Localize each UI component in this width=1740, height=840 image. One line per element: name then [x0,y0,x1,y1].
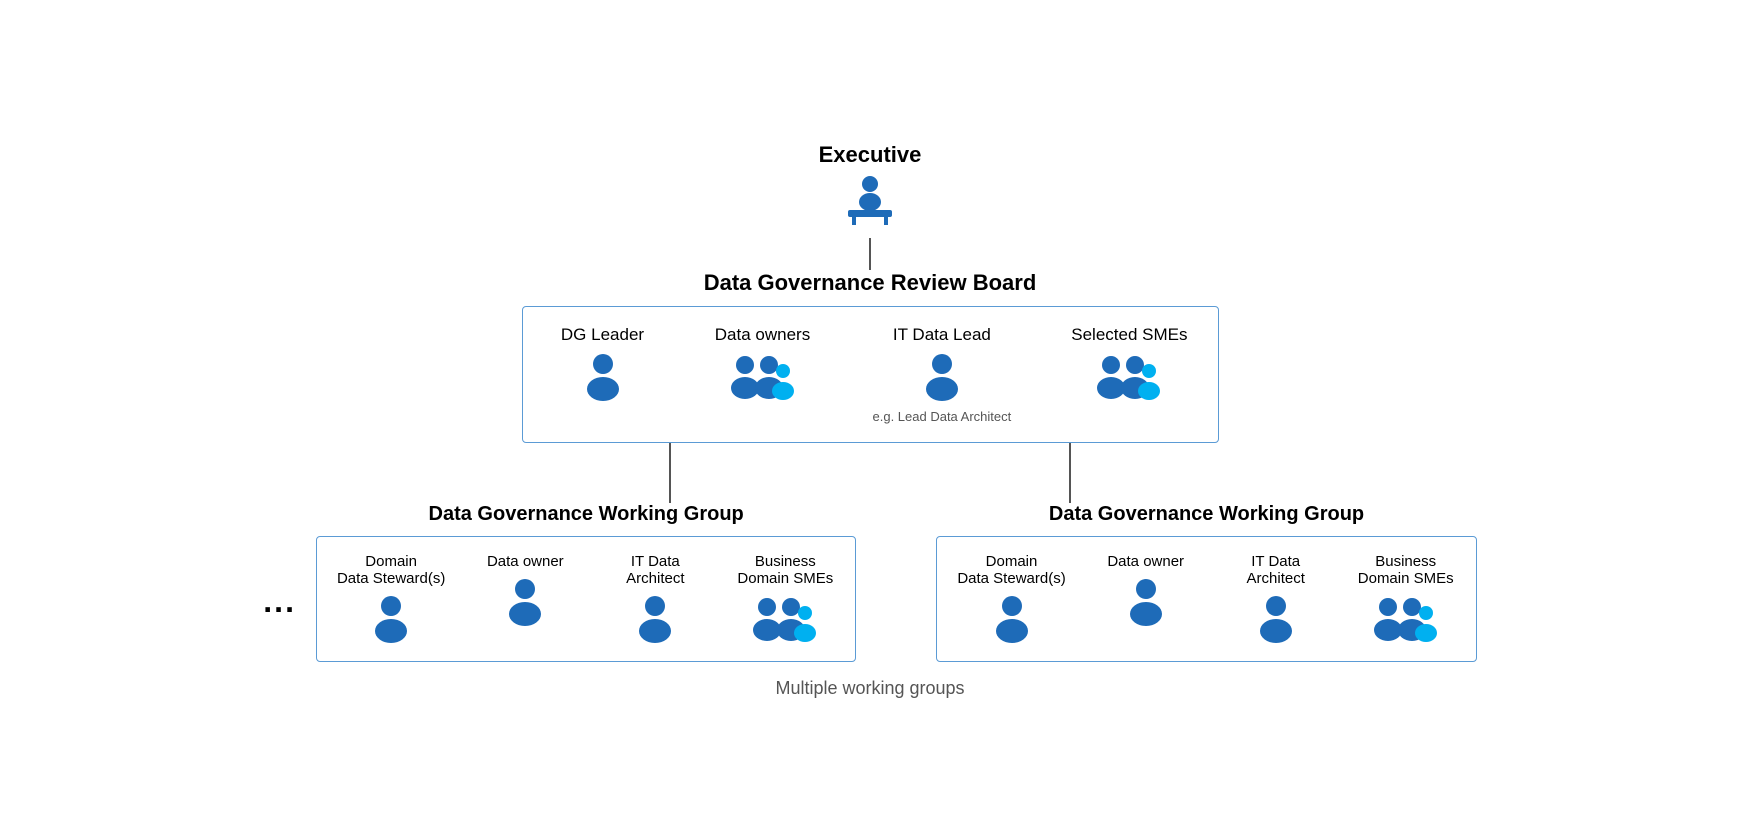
executive-label: Executive [819,142,922,168]
dg-leader-label: DG Leader [561,325,644,345]
working-groups-row: ... Data Governance Working Group Domain… [263,503,1476,662]
it-data-lead-icon [920,351,964,403]
review-board-label: Data Governance Review Board [704,270,1037,296]
dg-leader-icon [581,351,625,403]
wg-left-data-owner-label: Data owner [487,553,564,570]
role-it-data-lead: IT Data Lead e.g. Lead Data Architect [873,325,1012,424]
diagram: Executive Data Governance Review Board D… [70,142,1670,699]
footer: Multiple working groups [775,678,964,699]
it-data-lead-label: IT Data Lead [893,325,991,345]
connector-exec-to-board [869,238,871,270]
data-owners-label: Data owners [715,325,810,345]
wg-left-biz-smes-label: Business Domain SMEs [737,553,833,587]
wg-left-domain-steward: Domain Data Steward(s) [337,553,445,645]
wg-right-biz-smes: Business Domain SMEs [1356,553,1456,645]
footer-label: Multiple working groups [775,678,964,698]
wg-right-data-owner-icon [1124,576,1168,628]
wg-left-domain-steward-label: Domain Data Steward(s) [337,553,445,587]
wg-left-it-architect: IT Data Architect [605,553,705,645]
branch-connectors [420,443,1320,503]
wg-right-box: Domain Data Steward(s) Data owner IT Dat… [936,536,1476,662]
wg-right-label: Data Governance Working Group [1049,503,1364,526]
data-owners-icon [727,351,799,403]
wg-right-it-architect-icon [1254,593,1298,645]
wg-right-data-owner-label: Data owner [1107,553,1184,570]
selected-smes-label: Selected SMEs [1071,325,1187,345]
wg-right-biz-smes-icon [1370,593,1442,645]
role-dg-leader: DG Leader [553,325,653,403]
role-selected-smes: Selected SMEs [1071,325,1187,403]
executive-icon [838,174,902,234]
wg-right-it-architect-label: IT Data Architect [1247,553,1305,587]
wg-left-label: Data Governance Working Group [429,503,744,526]
review-board-box: DG Leader Data owners [522,306,1219,443]
wg-right-biz-smes-label: Business Domain SMEs [1358,553,1454,587]
role-data-owners: Data owners [713,325,813,403]
wg-left-it-architect-label: IT Data Architect [626,553,684,587]
wg-right-data-owner: Data owner [1096,553,1196,628]
dots-indicator: ... [263,503,296,620]
wg-left-section: Data Governance Working Group Domain Dat… [316,503,856,662]
wg-left-it-architect-icon [633,593,677,645]
it-data-lead-sublabel: e.g. Lead Data Architect [873,409,1012,424]
wg-left-data-owner: Data owner [475,553,575,628]
wg-left-box: Domain Data Steward(s) Data owner IT Dat… [316,536,856,662]
wg-right-it-architect: IT Data Architect [1226,553,1326,645]
wg-right-section: Data Governance Working Group Domain Dat… [936,503,1476,662]
wg-left-biz-smes-icon [749,593,821,645]
review-board-section: Data Governance Review Board DG Leader D… [522,270,1219,443]
wg-right-domain-steward-label: Domain Data Steward(s) [957,553,1065,587]
wg-left-biz-smes: Business Domain SMEs [735,553,835,645]
dots-label: ... [263,583,296,620]
wg-left-domain-steward-icon [369,593,413,645]
executive-node: Executive [819,142,922,234]
wg-left-data-owner-icon [503,576,547,628]
wg-right-domain-steward: Domain Data Steward(s) [957,553,1065,645]
wg-right-domain-steward-icon [990,593,1034,645]
selected-smes-icon [1093,351,1165,403]
